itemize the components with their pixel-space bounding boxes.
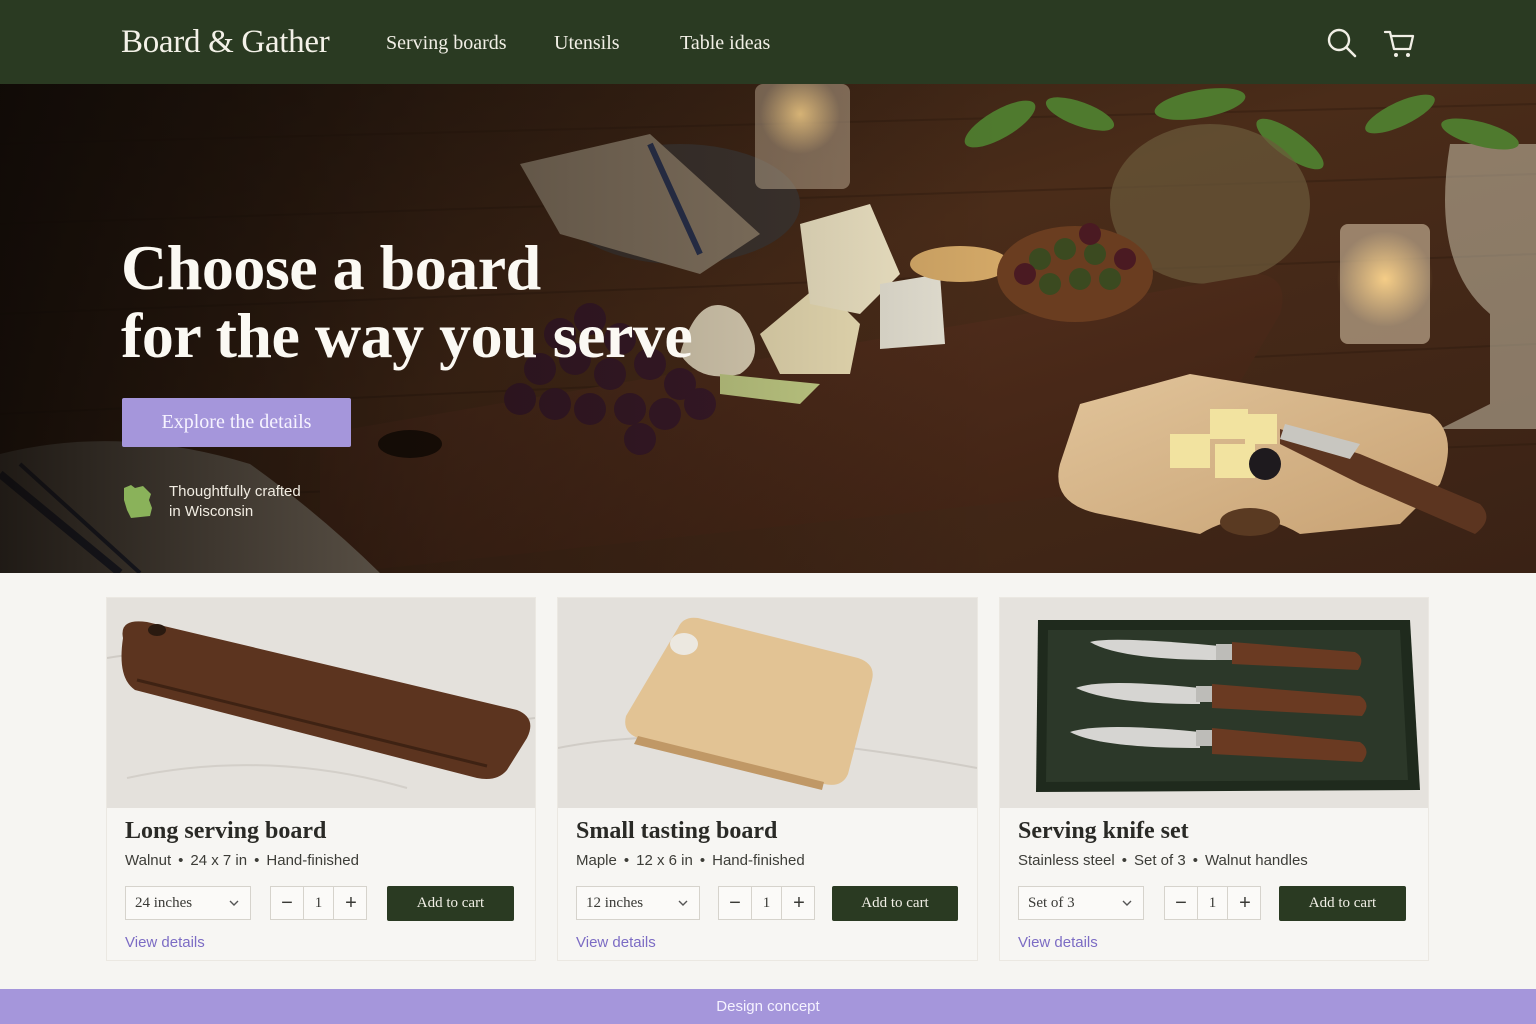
product-size: 12 x 6 in	[636, 852, 693, 869]
top-nav: Board & Gather Serving boards Utensils T…	[0, 0, 1536, 84]
product-title[interactable]: Small tasting board	[576, 818, 777, 845]
product-size: 24 x 7 in	[190, 852, 248, 869]
chevron-down-icon	[1122, 900, 1132, 906]
quantity-value[interactable]: 1	[1197, 887, 1228, 919]
add-to-cart-button[interactable]: Add to cart	[832, 886, 958, 921]
hero-title-line-2: for the way you serve	[121, 300, 693, 371]
increment-button[interactable]: +	[783, 887, 815, 919]
product-meta: Stainless steel • Set of 3 • Walnut handles	[1018, 852, 1308, 869]
chevron-down-icon	[678, 900, 688, 906]
product-image-knife-set[interactable]	[1000, 598, 1428, 808]
product-image-long-board[interactable]	[107, 598, 535, 808]
quantity-stepper: − 1 +	[270, 886, 367, 920]
product-meta: Walnut • 24 x 7 in • Hand-finished	[125, 852, 359, 869]
nav-utensils[interactable]: Utensils	[554, 32, 620, 55]
product-image-small-board[interactable]	[558, 598, 977, 808]
nav-table-ideas[interactable]: Table ideas	[680, 32, 770, 55]
quantity-stepper: − 1 +	[1164, 886, 1261, 920]
product-title[interactable]: Serving knife set	[1018, 818, 1189, 845]
cart-icon[interactable]	[1382, 26, 1416, 60]
product-handles: Walnut handles	[1204, 852, 1308, 869]
search-icon[interactable]	[1325, 26, 1359, 60]
brand-logo[interactable]: Board & Gather	[121, 24, 330, 61]
size-select[interactable]: 24 inches	[125, 886, 251, 920]
quantity-stepper: − 1 +	[718, 886, 815, 920]
chevron-down-icon	[229, 900, 239, 906]
view-details-link[interactable]: View details	[1018, 934, 1098, 951]
product-card: Serving knife set Stainless steel • Set of…	[999, 597, 1429, 961]
decrement-button[interactable]: −	[719, 887, 751, 919]
add-to-cart-button[interactable]: Add to cart	[1279, 886, 1406, 921]
size-select[interactable]: 12 inches	[576, 886, 700, 920]
increment-button[interactable]: +	[335, 887, 367, 919]
design-concept-banner: Design concept	[0, 989, 1536, 1024]
wisconsin-icon	[124, 485, 152, 518]
view-details-link[interactable]: View details	[576, 934, 656, 951]
product-material: Walnut	[125, 852, 172, 869]
decrement-button[interactable]: −	[271, 887, 303, 919]
quantity-value[interactable]: 1	[303, 887, 334, 919]
product-material: Maple	[576, 852, 617, 869]
product-count: Set of 3	[1133, 852, 1186, 869]
product-finish: Hand-finished	[712, 852, 805, 869]
quantity-value[interactable]: 1	[751, 887, 782, 919]
product-card: Small tasting board Maple • 12 x 6 in • Hand…	[557, 597, 978, 961]
origin-line-2: in Wisconsin	[169, 503, 254, 520]
size-select-value: 12 inches	[586, 895, 644, 911]
hero-banner: Choose a board for the way you serve Exp…	[0, 84, 1536, 573]
origin-line-1: Thoughtfully crafted	[169, 483, 301, 500]
product-title[interactable]: Long serving board	[125, 818, 326, 845]
hero-title-line-1: Choose a board	[121, 232, 541, 303]
add-to-cart-button[interactable]: Add to cart	[387, 886, 514, 921]
hero-title: Choose a board for the way you serve	[121, 232, 693, 371]
product-finish: Hand-finished	[266, 852, 359, 869]
size-select-value: 24 inches	[135, 895, 193, 911]
explore-details-button[interactable]: Explore the details	[122, 398, 351, 447]
product-material: Stainless steel	[1018, 852, 1115, 869]
product-card: Long serving board Walnut • 24 x 7 in • Hand…	[106, 597, 536, 961]
origin-note: Thoughtfully crafted in Wisconsin	[121, 482, 301, 525]
product-meta: Maple • 12 x 6 in • Hand-finished	[576, 852, 805, 869]
set-select-value: Set of 3	[1028, 895, 1075, 911]
view-details-link[interactable]: View details	[125, 934, 205, 951]
set-select[interactable]: Set of 3	[1018, 886, 1144, 920]
increment-button[interactable]: +	[1229, 887, 1261, 919]
nav-serving-boards[interactable]: Serving boards	[386, 32, 507, 55]
decrement-button[interactable]: −	[1165, 887, 1197, 919]
